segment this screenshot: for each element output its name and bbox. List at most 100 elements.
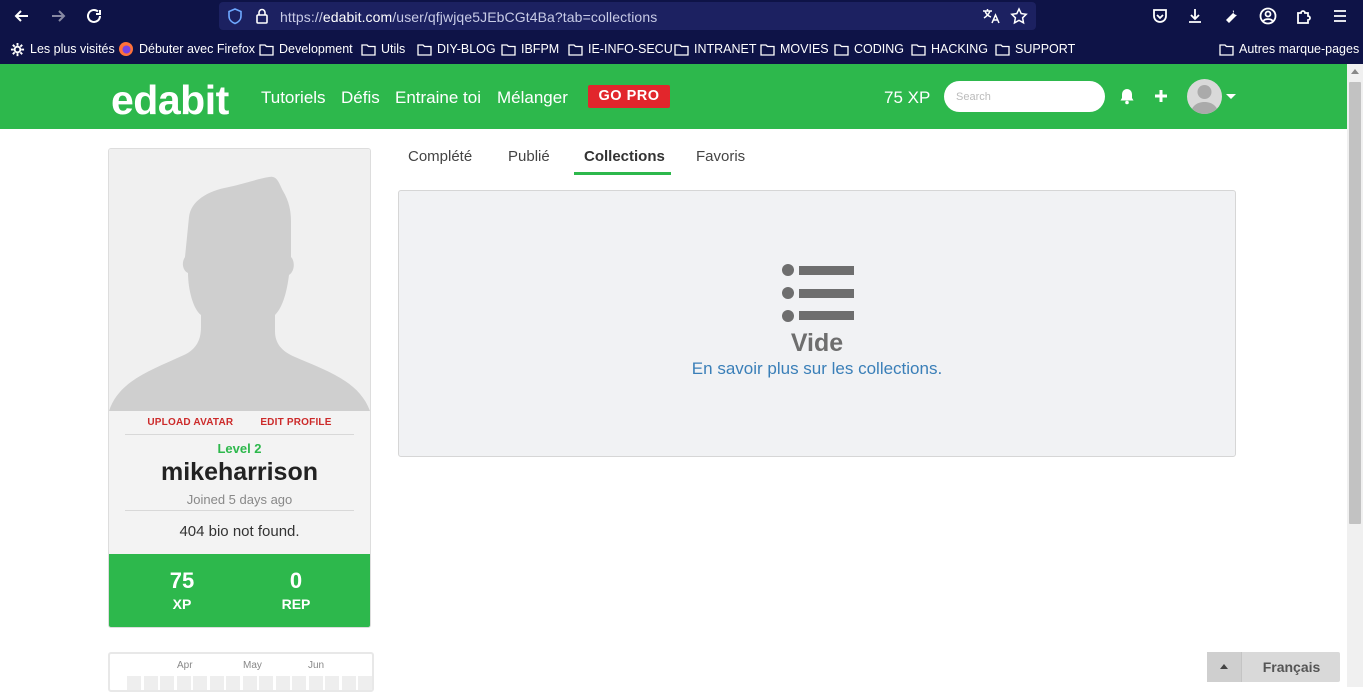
account-button[interactable]	[1257, 5, 1279, 27]
language-toggle[interactable]	[1207, 652, 1242, 682]
page-scrollbar[interactable]	[1347, 64, 1363, 687]
rep-label: REP	[281, 596, 311, 612]
calendar-day-cell	[242, 676, 257, 690]
rep-value: 0	[289, 568, 303, 593]
bookmark-label: IE-INFO-SECU	[588, 42, 673, 56]
bookmark-label: Development	[279, 42, 353, 56]
bookmark-folder[interactable]: Utils	[361, 41, 405, 57]
star-icon[interactable]	[1010, 7, 1028, 25]
xp-label: XP	[172, 596, 192, 612]
tab-collections[interactable]: Collections	[584, 148, 665, 165]
downloads-button[interactable]	[1184, 5, 1206, 27]
calendar-month: May	[243, 660, 262, 671]
back-button[interactable]	[9, 4, 35, 28]
scroll-up-arrow-icon[interactable]	[1351, 69, 1359, 74]
empty-state-title: Vide	[790, 329, 844, 357]
shield-icon[interactable]	[227, 7, 243, 25]
list-icon	[782, 264, 854, 322]
plus-icon[interactable]	[1153, 87, 1169, 105]
url-host: edabit.com	[322, 9, 393, 25]
pocket-button[interactable]	[1149, 5, 1171, 27]
language-label: Français	[1262, 659, 1321, 675]
bookmark-label: DIY-BLOG	[437, 42, 496, 56]
edit-profile-link[interactable]: EDIT PROFILE	[260, 417, 331, 428]
devtools-button[interactable]	[1220, 5, 1242, 27]
tab-completed[interactable]: Complété	[408, 148, 472, 165]
calendar-day-cell	[341, 676, 356, 690]
lock-icon[interactable]	[255, 7, 269, 25]
bookmark-label: Utils	[381, 42, 406, 56]
site-header: edabit Tutoriels Défis Entraine toi Méla…	[0, 64, 1347, 129]
translate-icon[interactable]	[981, 7, 1001, 25]
divider	[125, 510, 354, 511]
puzzle-icon	[1297, 10, 1311, 24]
folder-icon	[417, 43, 432, 56]
user-bio: 404 bio not found.	[179, 523, 300, 540]
chevron-down-icon[interactable]	[1226, 94, 1236, 99]
bookmark-folder[interactable]: Development	[259, 41, 353, 57]
stats-panel: 75 XP 0 REP	[109, 554, 370, 627]
menu-button[interactable]	[1329, 5, 1351, 27]
user-level: Level 2	[217, 441, 262, 456]
calendar-day-cell	[160, 676, 174, 690]
calendar-day-cell	[325, 676, 339, 690]
user-silhouette-icon	[1190, 85, 1219, 114]
bookmark-folder[interactable]: HACKING	[911, 41, 988, 57]
avatar[interactable]	[1187, 79, 1222, 114]
bookmark-firefox[interactable]: Débuter avec Firefox	[118, 41, 255, 57]
scroll-thumb[interactable]	[1349, 82, 1361, 524]
active-tab-indicator	[574, 172, 671, 175]
activity-calendar: Apr May Jun	[108, 652, 374, 692]
arrow-left-icon	[14, 10, 28, 22]
reload-button[interactable]	[81, 4, 107, 28]
url-text[interactable]: https://edabit.com/user/qfjwjqe5JEbCGt4B…	[280, 9, 657, 25]
calendar-day-cell	[226, 676, 240, 690]
bookmark-label: IBFPM	[521, 42, 560, 56]
folder-icon	[995, 43, 1010, 56]
extensions-button[interactable]	[1293, 5, 1315, 27]
username: mikeharrison	[160, 458, 318, 486]
xp-value: 75	[169, 568, 195, 593]
folder-icon	[760, 43, 775, 56]
bookmark-other[interactable]: Autres marque-pages	[1219, 41, 1359, 57]
calendar-day-cell	[275, 676, 290, 690]
bookmark-label: INTRANET	[694, 42, 757, 56]
upload-avatar-link[interactable]: UPLOAD AVATAR	[147, 417, 233, 428]
url-path: /user/qfjwjqe5JEbCGt4Ba?tab=collections	[392, 9, 658, 25]
pocket-icon	[1153, 9, 1167, 23]
join-date: Joined 5 days ago	[186, 492, 293, 507]
calendar-day-cell	[358, 676, 372, 690]
address-bar[interactable]: https://edabit.com/user/qfjwjqe5JEbCGt4B…	[219, 2, 1036, 30]
url-prefix: https://	[280, 9, 323, 25]
nav-practice[interactable]: Entraine toi	[395, 88, 481, 108]
xp-stat: 75 XP	[132, 568, 232, 612]
bookmark-folder[interactable]: CODING	[834, 41, 904, 57]
bookmark-folder[interactable]: MOVIES	[760, 41, 829, 57]
nav-challenges[interactable]: Défis	[341, 88, 380, 108]
bookmarks-toolbar: Les plus visités Débuter avec Firefox De…	[0, 33, 1363, 64]
tab-published[interactable]: Publié	[508, 148, 550, 165]
forward-button[interactable]	[45, 4, 71, 28]
profile-card: UPLOAD AVATAR EDIT PROFILE Level 2 mikeh…	[108, 148, 371, 628]
bookmark-label: Débuter avec Firefox	[139, 42, 256, 56]
calendar-day-cell	[193, 676, 207, 690]
bookmark-folder[interactable]: IBFPM	[501, 41, 559, 57]
calendar-day-cell	[176, 676, 191, 690]
language-selector[interactable]: Français	[1207, 652, 1340, 682]
bookmark-folder[interactable]: DIY-BLOG	[417, 41, 496, 57]
folder-icon	[259, 43, 274, 56]
bell-icon[interactable]	[1119, 87, 1135, 105]
tab-favorites[interactable]: Favoris	[696, 148, 745, 165]
go-pro-button[interactable]: GO PRO	[588, 85, 670, 108]
bookmark-folder[interactable]: IE-INFO-SECU	[568, 41, 673, 57]
download-icon	[1189, 9, 1201, 23]
search-input[interactable]	[944, 81, 1105, 112]
nav-tutorials[interactable]: Tutoriels	[261, 88, 326, 108]
nav-shuffle[interactable]: Mélanger	[497, 88, 568, 108]
bookmark-folder[interactable]: INTRANET	[674, 41, 757, 57]
site-logo[interactable]: edabit	[111, 77, 229, 124]
bookmark-most-visited[interactable]: Les plus visités	[10, 41, 115, 57]
calendar-day-cell	[292, 676, 306, 690]
learn-collections-link[interactable]: En savoir plus sur les collections.	[399, 359, 1235, 379]
bookmark-folder[interactable]: SUPPORT	[995, 41, 1075, 57]
